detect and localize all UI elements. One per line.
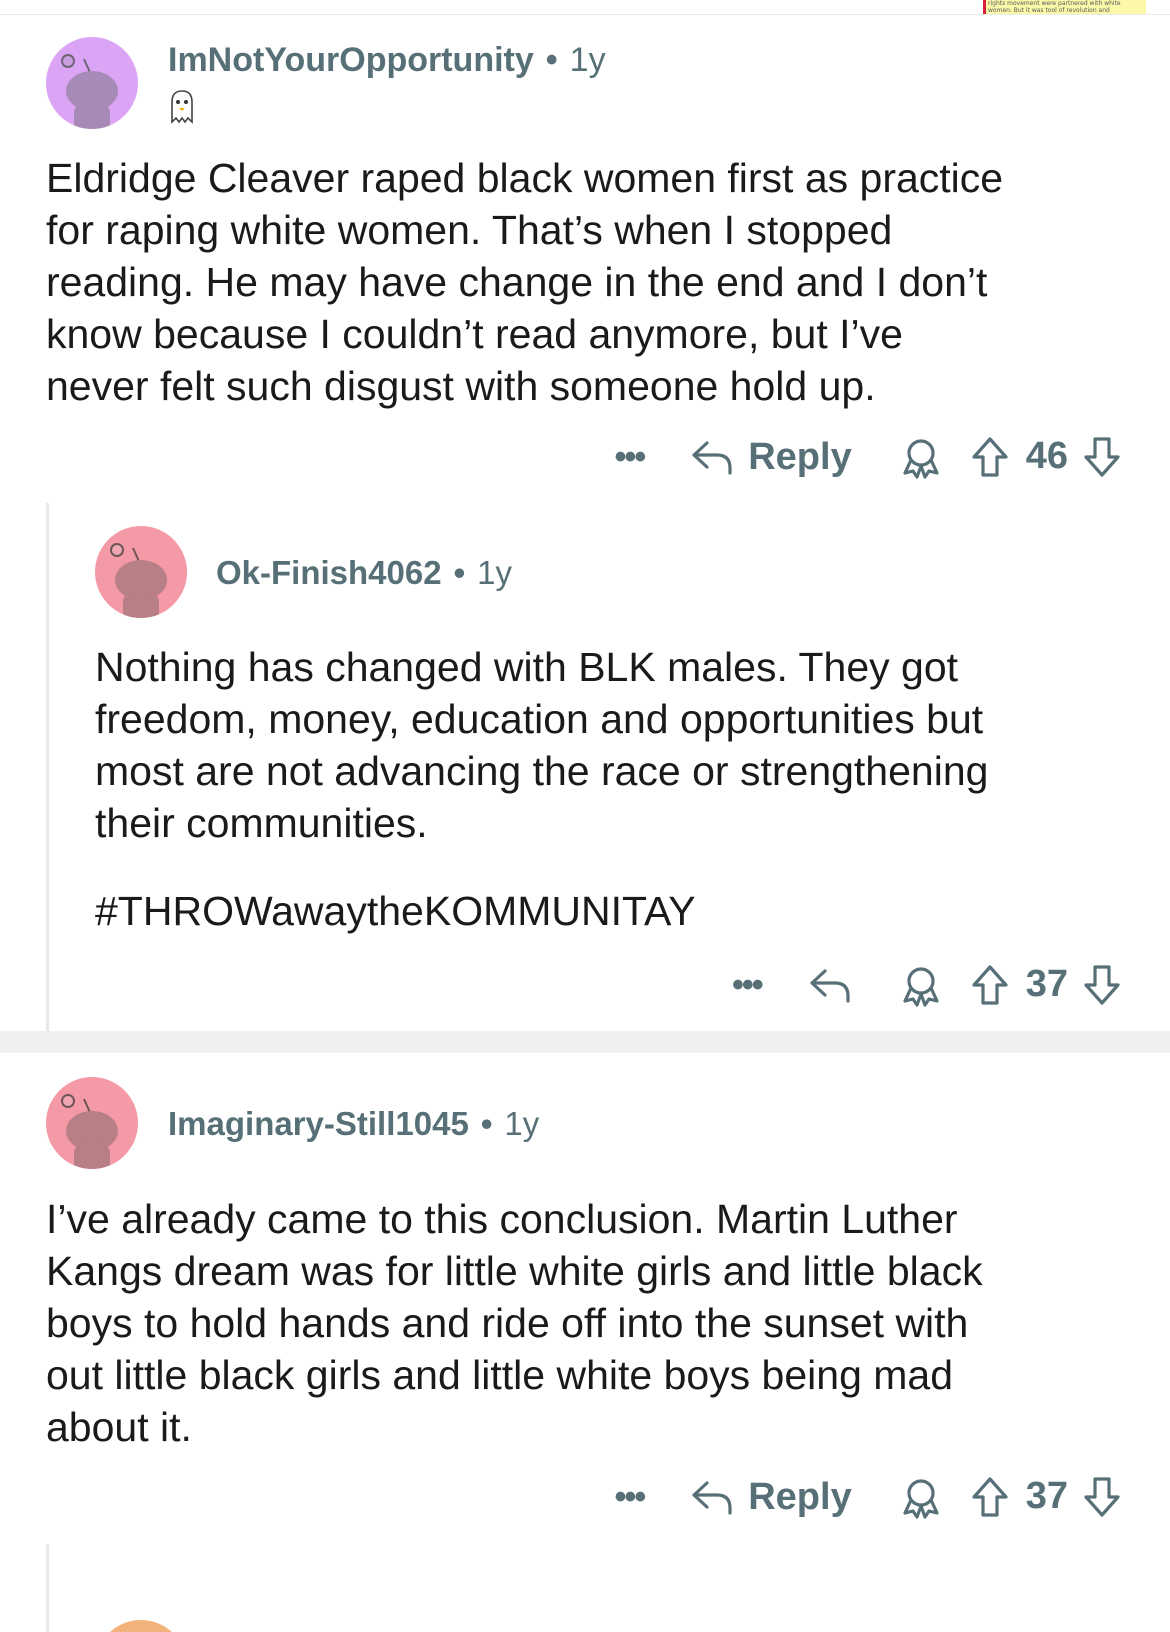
snoo-avatar-icon bbox=[61, 1094, 118, 1169]
snippet-line-2: women. But it was tool of revolution and bbox=[988, 7, 1110, 14]
vote-controls: 37 bbox=[970, 963, 1122, 1007]
award-icon[interactable] bbox=[900, 435, 942, 479]
snoo-avatar-icon bbox=[110, 543, 167, 618]
thread-line[interactable] bbox=[46, 503, 49, 1031]
username[interactable]: Imaginary-Still1045 bbox=[168, 1105, 469, 1143]
snippet-line-1: rights movement were partnered with whit… bbox=[988, 0, 1121, 7]
upvote-arrow-icon[interactable] bbox=[970, 1475, 1010, 1519]
avatar[interactable] bbox=[46, 37, 138, 129]
body-line: for raping white women. That’s when I st… bbox=[46, 207, 893, 253]
vote-score: 46 bbox=[1025, 435, 1068, 477]
award-icon[interactable] bbox=[900, 1475, 942, 1519]
body-line: never felt such disgust with someone hol… bbox=[46, 363, 876, 409]
snoo-avatar-icon bbox=[61, 54, 118, 129]
vote-controls: 37 bbox=[970, 1475, 1122, 1519]
ghost-flair-icon bbox=[166, 88, 198, 124]
meta-separator: • bbox=[545, 40, 558, 79]
comment-body: I’ve already came to this conclusion. Ma… bbox=[46, 1193, 983, 1453]
body-line: boys to hold hands and ride off into the… bbox=[46, 1300, 969, 1346]
reply-label: Reply bbox=[748, 435, 852, 478]
downvote-arrow-icon[interactable] bbox=[1082, 435, 1122, 479]
comment-meta: Ok-Finish4062 • 1y bbox=[216, 552, 512, 594]
username[interactable]: ImNotYourOpportunity bbox=[168, 41, 534, 80]
body-line: Kangs dream was for little white girls a… bbox=[46, 1248, 983, 1294]
upvote-arrow-icon[interactable] bbox=[970, 435, 1010, 479]
vote-score: 37 bbox=[1025, 963, 1068, 1005]
comment-body: Eldridge Cleaver raped black women first… bbox=[46, 152, 1003, 412]
comment-actions: ••• Reply 37 bbox=[615, 1472, 1122, 1522]
body-line: know because I couldn’t read anymore, bu… bbox=[46, 311, 903, 357]
highlighted-text-snippet: rights movement were partnered with whit… bbox=[983, 0, 1146, 14]
top-rule bbox=[0, 14, 1170, 15]
reply-arrow-icon bbox=[808, 966, 852, 1004]
avatar[interactable] bbox=[95, 1620, 187, 1632]
body-line: freedom, money, education and opportunit… bbox=[95, 696, 984, 742]
body-line: reading. He may have change in the end a… bbox=[46, 259, 988, 305]
thread-line[interactable] bbox=[46, 1544, 49, 1632]
body-line: about it. bbox=[46, 1404, 192, 1450]
body-line: their communities. bbox=[95, 800, 428, 846]
comment-actions: ••• Reply 46 bbox=[615, 432, 1122, 482]
vote-score: 37 bbox=[1025, 1475, 1068, 1517]
more-options-icon[interactable]: ••• bbox=[615, 1480, 647, 1514]
comment-meta: Imaginary-Still1045 • 1y bbox=[168, 1103, 539, 1145]
reply-button[interactable]: Reply bbox=[690, 435, 852, 479]
reply-label: Reply bbox=[748, 1475, 852, 1518]
comment-age: 1y bbox=[504, 1105, 540, 1142]
downvote-arrow-icon[interactable] bbox=[1082, 963, 1122, 1007]
avatar[interactable] bbox=[95, 526, 187, 618]
meta-separator: • bbox=[453, 554, 466, 591]
body-line: most are not advancing the race or stren… bbox=[95, 748, 989, 794]
upvote-arrow-icon[interactable] bbox=[970, 963, 1010, 1007]
comment-meta: ImNotYourOpportunity • 1y bbox=[168, 38, 606, 82]
vote-controls: 46 bbox=[970, 435, 1122, 479]
meta-separator: • bbox=[480, 1105, 493, 1142]
hashtag: #THROWawaytheKOMMUNITAY bbox=[95, 888, 696, 934]
award-icon[interactable] bbox=[900, 963, 942, 1007]
more-options-icon[interactable]: ••• bbox=[732, 968, 764, 1002]
avatar[interactable] bbox=[46, 1077, 138, 1169]
reply-button[interactable]: Reply bbox=[690, 1475, 852, 1519]
body-line: I’ve already came to this conclusion. Ma… bbox=[46, 1196, 958, 1242]
body-line: Nothing has changed with BLK males. They… bbox=[95, 644, 959, 690]
username[interactable]: Ok-Finish4062 bbox=[216, 554, 442, 592]
comment-body: Nothing has changed with BLK males. They… bbox=[95, 641, 988, 937]
reply-arrow-icon bbox=[690, 1478, 734, 1516]
comment-age: 1y bbox=[569, 40, 606, 79]
body-line: Eldridge Cleaver raped black women first… bbox=[46, 155, 1004, 201]
body-line: out little black girls and little white … bbox=[46, 1352, 954, 1398]
comment-actions: ••• 37 bbox=[732, 960, 1122, 1010]
comment-age: 1y bbox=[477, 554, 513, 591]
reply-arrow-icon bbox=[690, 438, 734, 476]
more-options-icon[interactable]: ••• bbox=[615, 440, 647, 474]
reply-button[interactable] bbox=[808, 966, 852, 1004]
comment-divider bbox=[0, 1031, 1170, 1053]
downvote-arrow-icon[interactable] bbox=[1082, 1475, 1122, 1519]
